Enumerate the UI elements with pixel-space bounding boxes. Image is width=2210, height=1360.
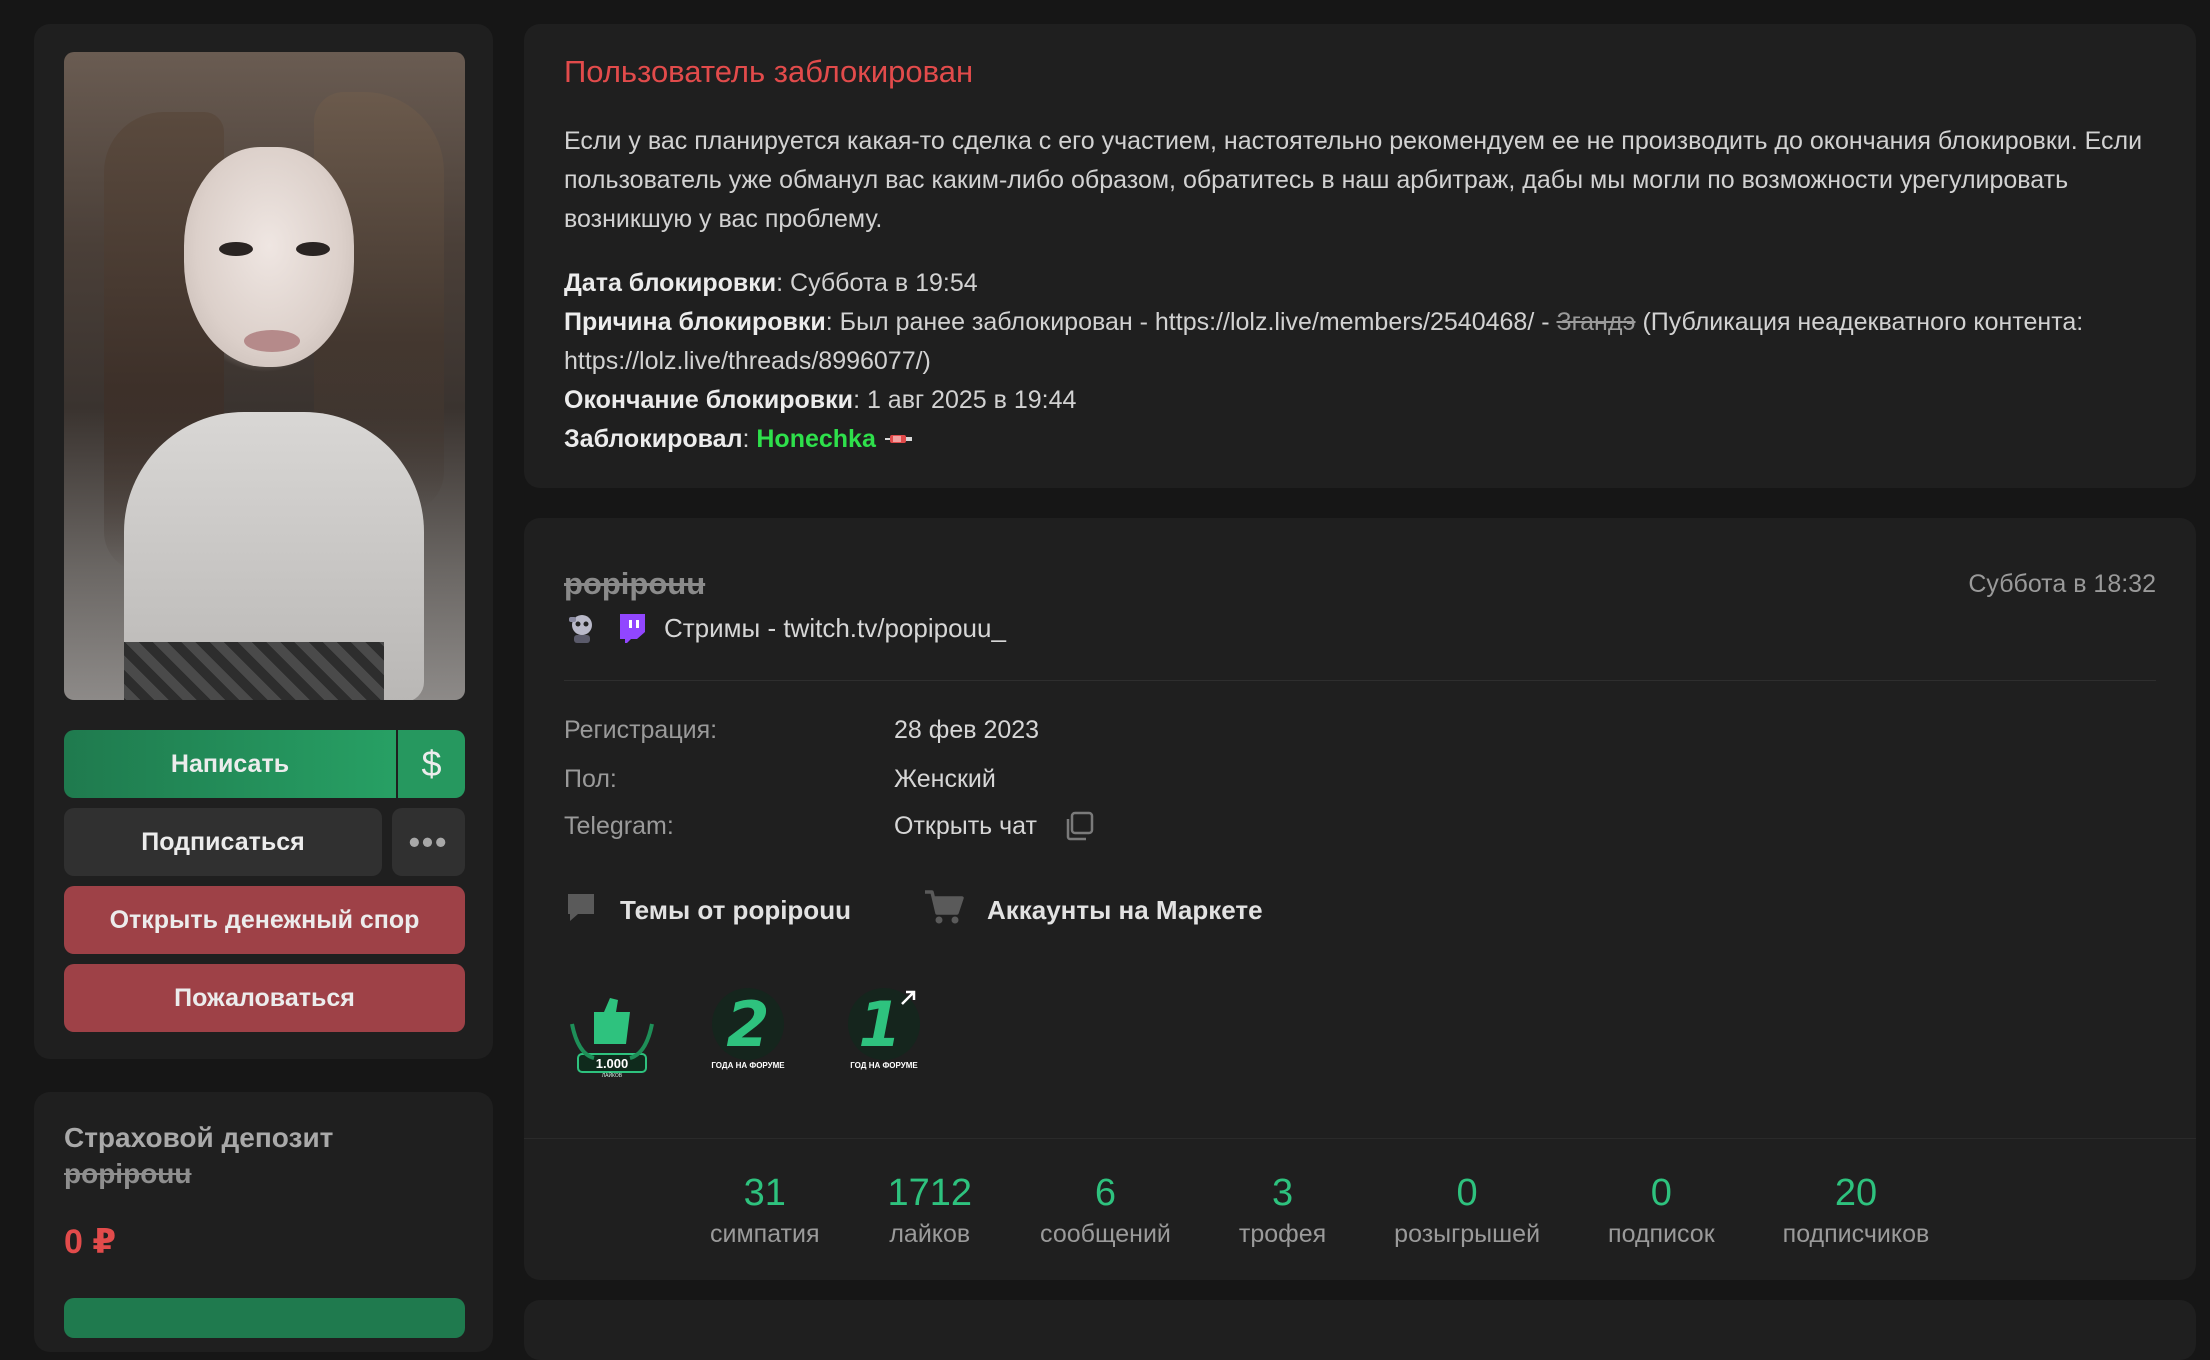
stat-label: сообщений (1040, 1220, 1171, 1248)
ban-details: Дата блокировки: Суббота в 19:54 Причина… (564, 264, 2164, 460)
info-value: 28 фев 2023 (894, 716, 1040, 744)
ban-date-value: : Суббота в 19:54 (776, 269, 978, 297)
stat-giveaways[interactable]: 0 розыгрышей (1394, 1172, 1540, 1249)
username: popipouu (564, 566, 706, 601)
stats-divider (524, 1138, 2196, 1139)
info-label: Регистрация: (564, 716, 718, 744)
info-registration: Регистрация: 28 фев 2023 (564, 716, 1039, 745)
market-link[interactable]: Аккаунты на Маркете (923, 888, 1263, 933)
status-text[interactable]: Стримы - twitch.tv/popipouu_ (664, 613, 1006, 644)
cart-icon (923, 888, 965, 933)
topics-link-label: Темы от popipouu (620, 895, 851, 925)
info-gender: Пол: Женский (564, 765, 996, 794)
stat-messages[interactable]: 6 сообщений (1040, 1172, 1171, 1249)
ban-end-value: : 1 авг 2025 в 19:44 (853, 386, 1077, 414)
mascot-icon (564, 610, 600, 646)
more-options-button[interactable]: ••• (392, 808, 465, 876)
deposit-card: Страховой депозит popipouu 0 ₽ (34, 1092, 493, 1352)
stat-label: розыгрышей (1394, 1220, 1541, 1248)
twitch-icon (614, 610, 650, 646)
ban-date-row: Дата блокировки: Суббота в 19:54 (564, 264, 2164, 303)
trophy-list: 1.000 ЛАЙКОВ 2 ГОДА НА ФОРУМЕ 1 ГОД НА Ф… (564, 984, 932, 1080)
info-label: Telegram: (564, 811, 674, 840)
deposit-username: popipouu (64, 1158, 192, 1189)
ban-by-row: Заблокировал: Honechka (564, 420, 2164, 460)
trophy-3-value: 1 (858, 988, 901, 1061)
deposit-button[interactable] (64, 1298, 465, 1338)
avatar-eye (296, 242, 330, 256)
stat-value: 1712 (887, 1172, 973, 1214)
subscribe-button[interactable]: Подписаться (64, 808, 382, 876)
profile-sidebar: Написать $ Подписаться ••• Открыть денеж… (34, 24, 493, 1059)
trophy-1-caption: ЛАЙКОВ (602, 1071, 623, 1079)
stat-label: подписчиков (1782, 1220, 1930, 1248)
stat-sympathy[interactable]: 31 симпатия (710, 1172, 820, 1249)
market-link-label: Аккаунты на Маркете (986, 895, 1263, 925)
profile-info-card: popipouu Суббота в 18:32 Стримы - twitch… (524, 518, 2196, 1280)
ban-date-label: Дата блокировки (564, 269, 777, 297)
deposit-amount: 0 ₽ (64, 1223, 117, 1261)
one-year-trophy-icon[interactable]: 1 ГОД НА ФОРУМЕ (836, 984, 932, 1080)
likes-trophy-icon[interactable]: 1.000 ЛАЙКОВ (564, 984, 660, 1080)
telegram-open-chat-link[interactable]: Открыть чат (894, 812, 1037, 841)
stat-label: лайков (889, 1220, 971, 1248)
ban-reason-label: Причина блокировки (564, 308, 826, 336)
ban-notice-card: Пользователь заблокирован Если у вас пла… (524, 24, 2196, 488)
report-button[interactable]: Пожаловаться (64, 964, 465, 1032)
stat-value: 3 (1271, 1172, 1294, 1214)
info-value: Женский (894, 765, 996, 793)
stat-value: 20 (1834, 1172, 1878, 1214)
stat-value: 0 (1650, 1172, 1672, 1214)
stats-bar: 31 симпатия 1712 лайков 6 сообщений 3 тр… (524, 1172, 2196, 1249)
stat-likes[interactable]: 1712 лайков (888, 1172, 973, 1249)
moderator-link[interactable]: Honechka (756, 425, 875, 453)
stat-value: 0 (1456, 1172, 1478, 1214)
avatar-skirt (124, 642, 384, 700)
custom-status: Стримы - twitch.tv/popipouu_ (564, 610, 1006, 646)
profile-links: Темы от popipouu Аккаунты на Маркете (564, 888, 1335, 933)
two-years-trophy-icon[interactable]: 2 ГОДА НА ФОРУМЕ (700, 984, 796, 1080)
next-card (524, 1300, 2196, 1360)
avatar-lips (244, 330, 300, 352)
topics-link[interactable]: Темы от popipouu (564, 890, 851, 931)
ban-reason-prefix: : Был ранее заблокирован - https://lolz.… (825, 308, 1557, 336)
chat-bubble-icon (564, 890, 598, 931)
stat-label: подписок (1608, 1220, 1715, 1248)
stat-label: трофея (1238, 1220, 1327, 1248)
send-money-button[interactable]: $ (398, 730, 465, 798)
trophy-2-value: 2 (726, 988, 769, 1061)
stat-followers[interactable]: 20 подписчиков (1783, 1172, 1930, 1249)
stat-subscriptions[interactable]: 0 подписок (1608, 1172, 1715, 1249)
info-telegram: Telegram: Открыть чат (564, 810, 1095, 842)
ban-by-label: Заблокировал (564, 425, 743, 453)
trophy-2-caption: ГОДА НА ФОРУМЕ (711, 1061, 785, 1070)
stat-value: 31 (743, 1172, 786, 1214)
section-divider (564, 680, 2156, 681)
ban-title: Пользователь заблокирован (564, 54, 974, 89)
ban-end-row: Окончание блокировки: 1 авг 2025 в 19:44 (564, 381, 2164, 420)
write-message-button[interactable]: Написать (64, 730, 396, 798)
stat-label: симпатия (710, 1220, 820, 1248)
open-dispute-button[interactable]: Открыть денежный спор (64, 886, 465, 954)
ban-reason-row: Причина блокировки: Был ранее заблокиров… (564, 303, 2164, 381)
ban-by-separator: : (742, 425, 757, 453)
trophy-1-value: 1.000 (596, 1056, 629, 1071)
deposit-title: Страховой депозит (64, 1122, 334, 1153)
stat-trophies[interactable]: 3 трофея (1239, 1172, 1326, 1249)
last-seen: Суббота в 18:32 (1968, 570, 2156, 598)
copy-icon[interactable] (1063, 810, 1095, 842)
avatar[interactable] (64, 52, 465, 700)
ban-notice-text: Если у вас планируется какая-то сделка с… (564, 127, 2143, 233)
ban-reason-strike-name[interactable]: Згандэ (1556, 308, 1635, 336)
info-label: Пол: (564, 765, 617, 793)
ban-end-label: Окончание блокировки (564, 386, 854, 414)
avatar-eye (219, 242, 253, 256)
stat-value: 6 (1094, 1172, 1117, 1214)
syringe-icon (884, 421, 914, 460)
trophy-3-caption: ГОД НА ФОРУМЕ (850, 1061, 918, 1070)
